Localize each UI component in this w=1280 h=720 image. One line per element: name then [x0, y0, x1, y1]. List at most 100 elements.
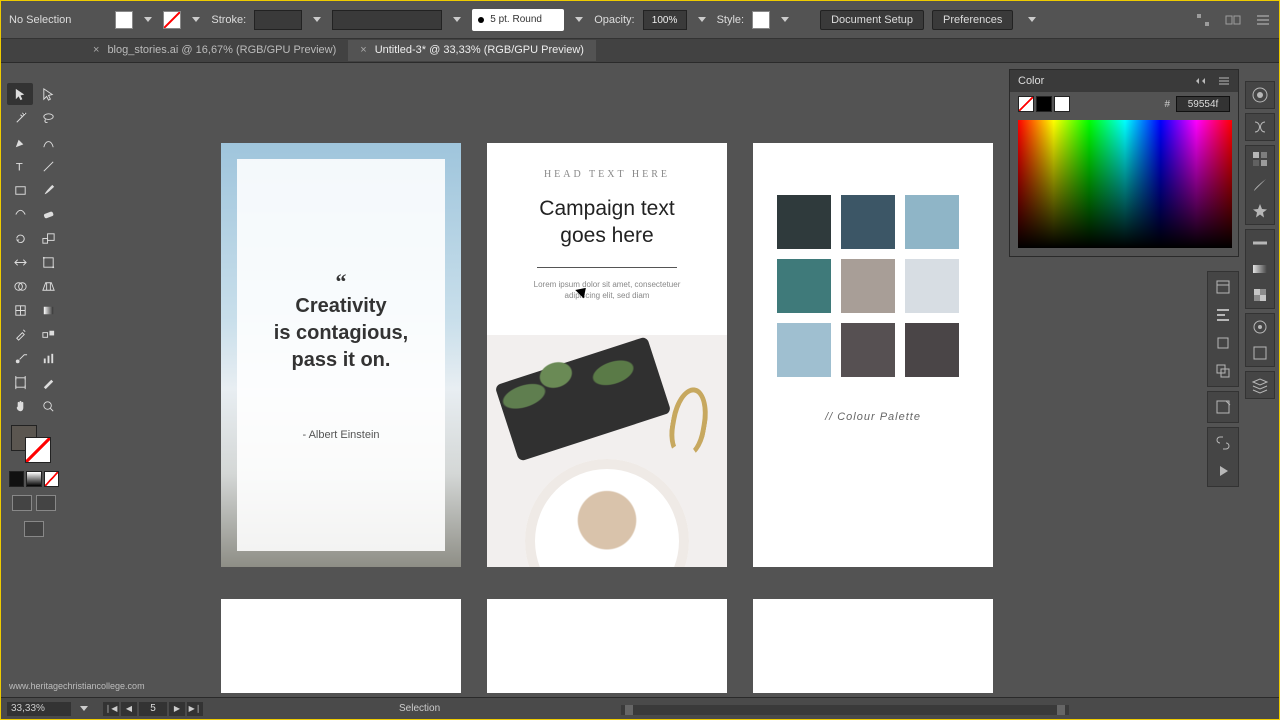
graphics-style-swatch[interactable]	[752, 11, 770, 29]
mesh-tool[interactable]	[7, 299, 33, 321]
color-mode-none[interactable]	[44, 471, 59, 487]
align-panel-icon[interactable]	[1214, 306, 1232, 324]
rectangle-tool[interactable]	[7, 179, 33, 201]
opacity-dd[interactable]	[695, 13, 709, 27]
scroll-right-btn[interactable]	[1057, 705, 1065, 715]
swatches-icon[interactable]	[1251, 150, 1269, 168]
column-graph-tool[interactable]	[35, 347, 61, 369]
color-mode-gradient[interactable]	[26, 471, 41, 487]
horizontal-scrollbar[interactable]	[621, 705, 1069, 715]
nav-prev[interactable]: ◀	[121, 702, 137, 716]
transform-panel-icon[interactable]	[1195, 12, 1211, 28]
draw-behind[interactable]	[36, 495, 56, 511]
stroke-weight-dd[interactable]	[310, 13, 324, 27]
shape-builder-tool[interactable]	[7, 275, 33, 297]
panel-menu-icon[interactable]	[1218, 76, 1230, 86]
arrange-icon[interactable]	[1225, 12, 1241, 28]
paintbrush-tool[interactable]	[35, 179, 61, 201]
rotate-tool[interactable]	[7, 227, 33, 249]
brushes-icon[interactable]	[1251, 176, 1269, 194]
panel-stroke-swatch-white[interactable]	[1054, 96, 1070, 112]
artboard-tool[interactable]	[7, 371, 33, 393]
tab-close-icon[interactable]: ×	[93, 44, 99, 56]
gradient-panel-icon[interactable]	[1251, 260, 1269, 278]
stroke-swatch[interactable]	[163, 11, 181, 29]
brush-dd[interactable]	[572, 13, 586, 27]
nav-first[interactable]: ❘◀	[103, 702, 119, 716]
gradient-tool[interactable]	[35, 299, 61, 321]
artboard-3[interactable]: // Colour Palette	[753, 143, 993, 567]
blend-tool[interactable]	[35, 323, 61, 345]
magic-wand-tool[interactable]	[7, 107, 33, 129]
links-icon[interactable]	[1214, 434, 1232, 452]
style-dd[interactable]	[778, 13, 792, 27]
panel-stroke-swatch-black[interactable]	[1036, 96, 1052, 112]
actions-icon[interactable]	[1214, 462, 1232, 480]
pen-tool[interactable]	[7, 131, 33, 153]
color-spectrum[interactable]	[1018, 120, 1232, 248]
hex-input[interactable]: 59554f	[1176, 96, 1230, 112]
nav-next[interactable]: ▶	[169, 702, 185, 716]
transform-icon[interactable]	[1214, 334, 1232, 352]
scale-tool[interactable]	[35, 227, 61, 249]
screen-mode[interactable]	[7, 517, 61, 541]
properties-icon[interactable]	[1251, 86, 1269, 104]
stroke-dropdown[interactable]	[189, 13, 203, 27]
curvature-tool[interactable]	[35, 131, 61, 153]
pathfinder-icon[interactable]	[1214, 362, 1232, 380]
screen-mode-button[interactable]	[24, 521, 44, 537]
tab-close-icon[interactable]: ×	[360, 44, 366, 56]
direct-selection-tool[interactable]	[35, 83, 61, 105]
color-mode-solid[interactable]	[9, 471, 24, 487]
vwp-dd[interactable]	[450, 13, 464, 27]
variable-width-profile[interactable]	[332, 10, 442, 30]
type-tool[interactable]: T	[7, 155, 33, 177]
preferences-button[interactable]: Preferences	[932, 10, 1013, 30]
collapse-icon[interactable]	[1194, 76, 1208, 86]
appearance-icon[interactable]	[1251, 318, 1269, 336]
stroke-color[interactable]	[25, 437, 51, 463]
transparency-panel-icon[interactable]	[1251, 286, 1269, 304]
fill-dropdown[interactable]	[141, 13, 155, 27]
draw-normal[interactable]	[12, 495, 32, 511]
graphic-styles-icon[interactable]	[1251, 344, 1269, 362]
artboard-5[interactable]	[487, 599, 727, 693]
line-segment-tool[interactable]	[35, 155, 61, 177]
scroll-left-btn[interactable]	[625, 705, 633, 715]
tab-untitled-3[interactable]: × Untitled-3* @ 33,33% (RGB/GPU Preview)	[348, 40, 596, 61]
document-setup-button[interactable]: Document Setup	[820, 10, 924, 30]
perspective-grid-tool[interactable]	[35, 275, 61, 297]
cc-libraries-icon[interactable]	[1251, 118, 1269, 136]
selection-tool[interactable]	[7, 83, 33, 105]
fill-swatch[interactable]	[115, 11, 133, 29]
artboard-1[interactable]: “ Creativity is contagious, pass it on. …	[221, 143, 461, 567]
artboards-panel-icon[interactable]	[1214, 398, 1232, 416]
zoom-level[interactable]: 33,33%	[7, 702, 71, 716]
zoom-dd[interactable]	[77, 702, 91, 716]
align-menu-icon[interactable]	[1025, 13, 1039, 27]
opacity-input[interactable]: 100%	[643, 10, 687, 30]
zoom-tool[interactable]	[35, 395, 61, 417]
slice-tool[interactable]	[35, 371, 61, 393]
menu-icon[interactable]	[1255, 12, 1271, 28]
stroke-panel-icon[interactable]	[1251, 234, 1269, 252]
artboard-6[interactable]	[753, 599, 993, 693]
shaper-tool[interactable]	[7, 203, 33, 225]
symbols-icon[interactable]	[1251, 202, 1269, 220]
symbol-sprayer-tool[interactable]	[7, 347, 33, 369]
asset-export-icon[interactable]	[1214, 278, 1232, 296]
tab-blog-stories[interactable]: × blog_stories.ai @ 16,67% (RGB/GPU Prev…	[81, 40, 348, 61]
stroke-weight-input[interactable]	[254, 10, 302, 30]
layers-icon[interactable]	[1251, 376, 1269, 394]
panel-fill-swatch[interactable]	[1018, 96, 1034, 112]
eyedropper-tool[interactable]	[7, 323, 33, 345]
artboard-4[interactable]	[221, 599, 461, 693]
width-tool[interactable]	[7, 251, 33, 273]
artboard-number[interactable]: 5	[139, 702, 167, 716]
hand-tool[interactable]	[7, 395, 33, 417]
brush-definition[interactable]: 5 pt. Round	[472, 9, 564, 31]
fill-stroke-indicator[interactable]	[7, 423, 61, 467]
lasso-tool[interactable]	[35, 107, 61, 129]
artboard-2[interactable]: HEAD TEXT HERE Campaign textgoes here Lo…	[487, 143, 727, 567]
eraser-tool[interactable]	[35, 203, 61, 225]
